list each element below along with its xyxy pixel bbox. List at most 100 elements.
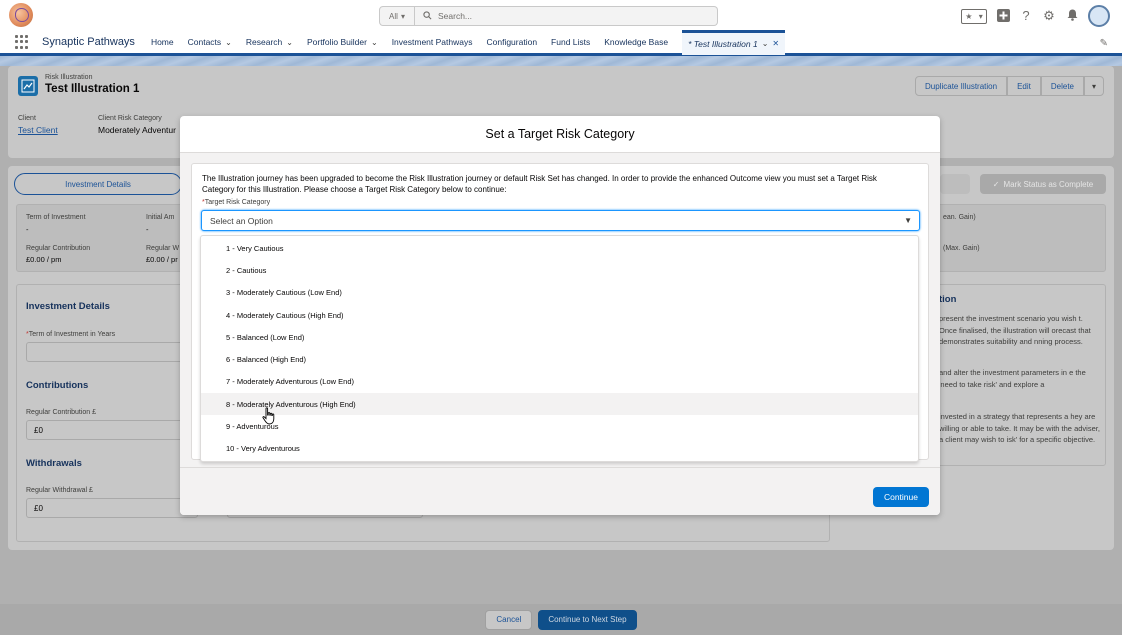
initial-amount-value: - [146,225,149,234]
app-name: Synaptic Pathways [42,36,135,48]
nav-item-label: Contacts [187,37,222,47]
option-adventurous[interactable]: 9 - Adventurous [201,415,918,437]
chevron-down-icon[interactable]: ⌄ [286,38,293,47]
term-years-input[interactable] [26,342,198,362]
chevron-down-icon[interactable]: ⌄ [762,39,769,48]
modal-footer: Continue [180,467,940,515]
client-risk-category-value: Moderately Adventur [98,125,176,135]
chart-icon [18,76,38,96]
modal-title: Set a Target Risk Category [180,116,940,153]
search-icon [423,10,432,22]
mark-complete-label: Mark Status as Complete [1003,179,1094,189]
edit-nav-icon[interactable]: ✎ [1100,38,1108,49]
mark-complete-button[interactable]: ✓ Mark Status as Complete [980,174,1106,194]
delete-button[interactable]: Delete [1040,76,1084,96]
withdrawals-title: Withdrawals [26,458,82,469]
gear-icon[interactable]: ⚙ [1042,9,1056,23]
regular-withdrawal-value: £0.00 / pr [146,255,178,264]
header-utility-icons: ★ ▾ ? ⚙ [961,5,1110,27]
nav-item-portfolio-builder[interactable]: Portfolio Builder ⌄ [307,30,378,55]
option-moderately-adventurous-low[interactable]: 7 - Moderately Adventurous (Low End) [201,371,918,393]
term-years-label: *Term of Investment in Years [26,331,116,338]
nav-item-contacts[interactable]: Contacts ⌄ [188,30,232,55]
help-icon[interactable]: ? [1019,9,1033,23]
add-icon[interactable] [996,9,1010,23]
option-moderately-cautious-low[interactable]: 3 - Moderately Cautious (Low End) [201,282,918,304]
option-balanced-low[interactable]: 5 - Balanced (Low End) [201,326,918,348]
combobox-placeholder: Select an Option [210,215,273,226]
continue-button[interactable]: Continue [872,487,929,507]
nav-item-label: Portfolio Builder [306,37,367,47]
page-footer: Cancel Continue to Next Step [0,604,1122,635]
option-very-cautious[interactable]: 1 - Very Cautious [201,237,918,259]
regular-contribution-label: Regular Contribution [26,245,91,252]
risk-category-listbox: 1 - Very Cautious 2 - Cautious 3 - Moder… [200,235,919,462]
investment-details-title: Investment Details [26,301,110,312]
search-scope-dropdown[interactable]: All ▾ [379,6,415,26]
caret-down-icon: ▾ [400,11,405,21]
user-avatar[interactable] [1088,5,1110,27]
bell-icon[interactable] [1065,9,1079,23]
option-cautious[interactable]: 2 - Cautious [201,259,918,281]
guidance-paragraph-1: present the investment scenario you wish… [939,314,1091,346]
nav-item-label: Fund Lists [551,37,591,47]
nav-item-configuration[interactable]: Configuration [486,30,537,55]
org-logo-icon[interactable] [9,3,33,27]
caret-down-icon: ▼ [904,216,912,225]
more-actions-button[interactable]: ▾ [1084,76,1104,96]
check-icon: ✓ [992,179,1000,189]
favorites-button[interactable]: ★ ▾ [961,8,987,24]
chevron-down-icon[interactable]: ⌄ [225,38,232,47]
search-input[interactable]: Search... [415,6,718,26]
regular-contribution-input-value: £0 [34,425,43,435]
chevron-down-icon[interactable]: ⌄ [371,38,378,47]
regular-contribution-input[interactable]: £0 [26,420,198,440]
edit-button[interactable]: Edit [1007,76,1041,96]
nav-item-knowledge-base[interactable]: Knowledge Base [604,30,668,55]
nav-item-home[interactable]: Home [151,30,174,55]
option-moderately-adventurous-high[interactable]: 8 - Moderately Adventurous (High End) [201,393,918,416]
guidance-title: tion [939,294,957,305]
continue-to-next-step-button[interactable]: Continue to Next Step [538,609,637,630]
nav-item-research[interactable]: Research ⌄ [246,30,293,55]
initial-amount-label: Initial Am [146,214,175,221]
target-risk-category-combobox[interactable]: Select an Option ▼ [201,210,920,231]
nav-item-investment-pathways[interactable]: Investment Pathways [392,30,473,55]
chevron-down-icon: ▾ [978,11,983,21]
path-stage-button[interactable] [940,174,970,194]
regular-contribution-value: £0.00 / pm [26,255,62,264]
modal-intro-text: The Illustration journey has been upgrad… [202,174,877,194]
record-title: Test Illustration 1 [45,83,140,95]
duplicate-illustration-button[interactable]: Duplicate Illustration [915,76,1008,96]
close-icon[interactable]: ✕ [772,39,779,48]
nav-items: Home Contacts ⌄ Research ⌄ Portfolio Build… [151,29,799,55]
option-moderately-cautious-high[interactable]: 4 - Moderately Cautious (High End) [201,304,918,326]
term-years-label-text: Term of Investment in Years [28,331,116,338]
target-risk-category-label: *Target Risk Category [202,199,270,206]
client-link[interactable]: Test Client [18,125,58,135]
tab-test-illustration[interactable]: * Test Illustration 1 ⌄ ✕ [682,29,786,55]
search-scope-label: All [389,11,398,21]
nav-item-label: Home [150,37,174,47]
cancel-button[interactable]: Cancel [485,609,533,630]
term-value: - [26,225,29,234]
regular-withdrawal-input[interactable]: £0 [26,498,198,518]
search-placeholder: Search... [438,11,473,21]
nav-item-label: Knowledge Base [604,37,669,47]
star-icon: ★ [965,11,973,21]
target-risk-category-label-text: Target Risk Category [204,199,271,206]
client-risk-category-label: Client Risk Category [98,115,162,122]
guidance-paragraph-2: and alter the investment parameters in e… [939,368,1086,389]
mean-gain-label: ean. Gain) [943,214,976,221]
option-very-adventurous[interactable]: 10 - Very Adventurous [201,438,918,460]
global-search: All ▾ Search... [379,6,718,26]
term-label: Term of Investment [26,214,86,221]
option-balanced-high[interactable]: 6 - Balanced (High End) [201,348,918,370]
path-step-investment-details[interactable]: Investment Details [14,173,182,195]
regular-withdrawal-input-value: £0 [34,503,43,513]
regular-contribution-field-label: Regular Contribution £ [26,409,97,416]
app-launcher-icon[interactable] [15,35,29,49]
max-gain-label: (Max. Gain) [943,245,980,252]
nav-item-fund-lists[interactable]: Fund Lists [551,30,590,55]
nav-item-label: Configuration [486,37,538,47]
